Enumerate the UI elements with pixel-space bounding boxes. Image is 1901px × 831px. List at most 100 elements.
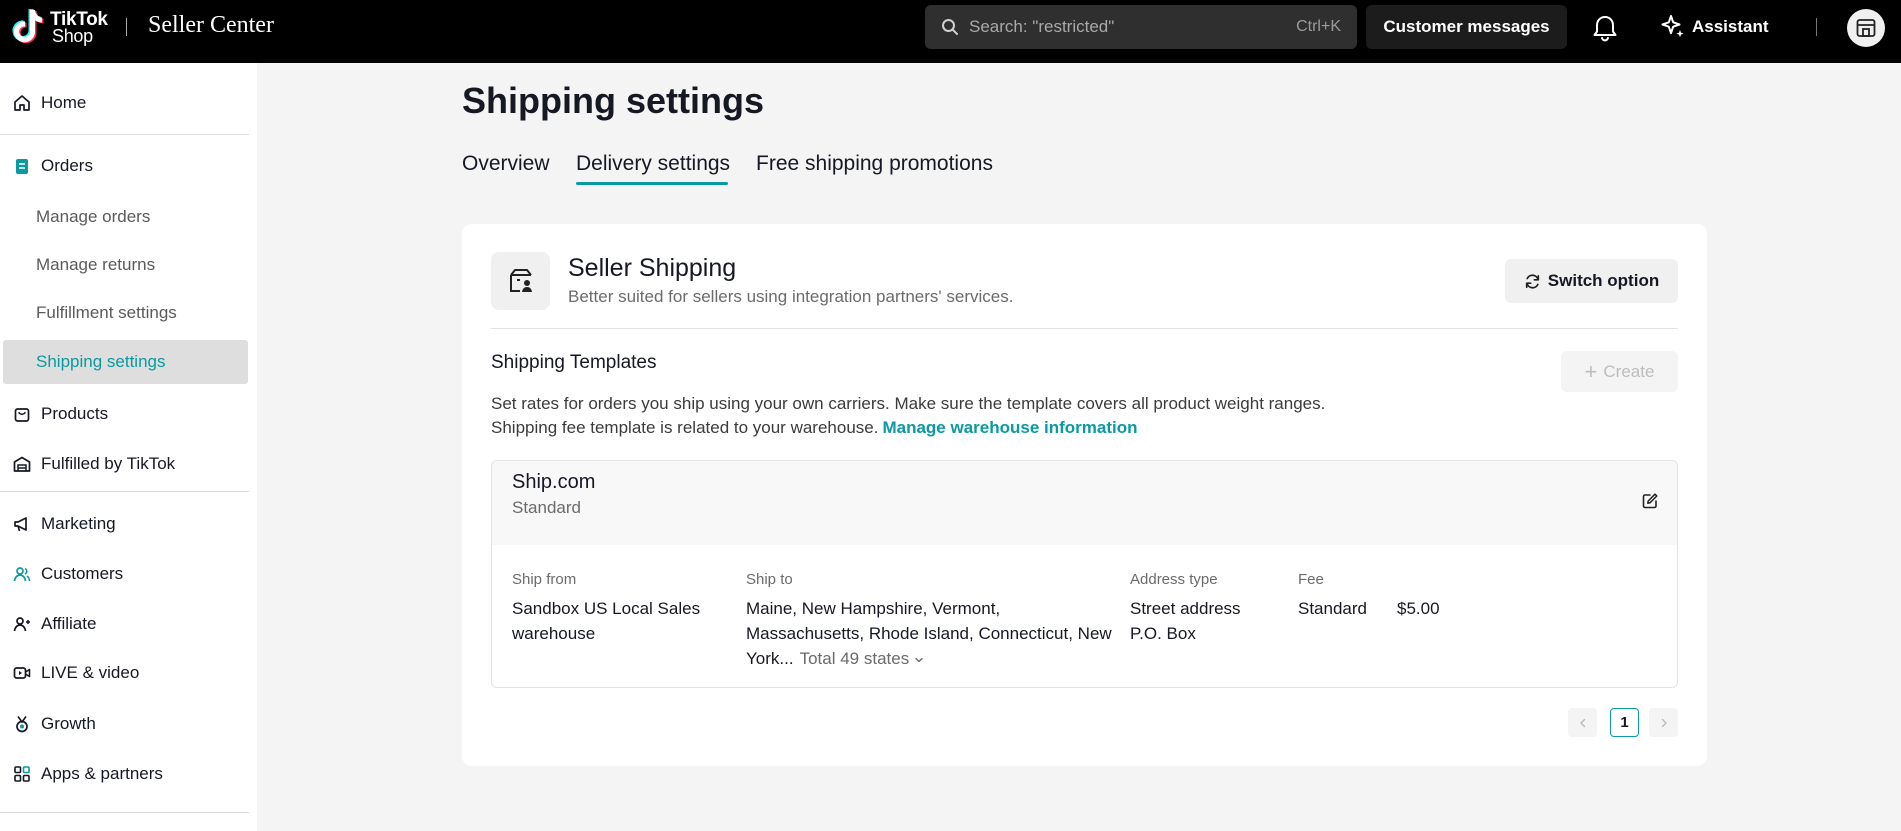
search-shortcut: Ctrl+K (1296, 18, 1341, 35)
app-title: Seller Center (148, 12, 274, 38)
total-states-text: Total 49 states (799, 649, 910, 668)
total-states-toggle[interactable]: Total 49 states (800, 649, 924, 668)
seller-shipping-description: Better suited for sellers using integrat… (568, 287, 1014, 306)
sidebar-subitem-shipping-settings[interactable]: Shipping settings (3, 340, 248, 384)
sidebar-item-label: Affiliate (41, 614, 97, 633)
ship-from-value: Sandbox US Local Sales warehouse (512, 599, 701, 643)
templates-warehouse-note: Shipping fee template is related to your… (491, 418, 1138, 438)
customer-messages-button[interactable]: Customer messages (1366, 5, 1567, 49)
create-label: Create (1603, 361, 1655, 381)
affiliate-icon (13, 617, 30, 632)
logo-shop-text: Shop (52, 26, 93, 46)
customers-icon (13, 567, 31, 582)
pagination-next-button[interactable] (1649, 708, 1678, 737)
address-type-value: Street address P.O. Box (1130, 596, 1270, 646)
logo-text: TikTok Shop (50, 10, 108, 46)
card-divider (491, 328, 1678, 329)
sidebar-item-growth[interactable]: Growth (0, 702, 249, 746)
delivery-settings-card: Seller Shipping Better suited for seller… (462, 224, 1707, 766)
sidebar-item-fulfilled-by-tiktok[interactable]: Fulfilled by TikTok (0, 442, 249, 486)
sidebar-item-label: Growth (41, 714, 96, 733)
sidebar-item-live-video[interactable]: LIVE & video (0, 651, 249, 695)
sparkle-icon (1661, 15, 1684, 38)
tiktok-logo-icon (12, 9, 44, 44)
store-icon (1856, 19, 1876, 37)
assistant-button[interactable]: Assistant (1660, 12, 1769, 42)
templates-description: Set rates for orders you ship using your… (491, 394, 1326, 413)
chevron-left-icon (1579, 718, 1585, 727)
tab-delivery-settings[interactable]: Delivery settings (576, 152, 730, 176)
sidebar-item-products[interactable]: Products (0, 392, 249, 436)
search-icon (942, 19, 958, 35)
seller-shipping-title: Seller Shipping (568, 254, 737, 282)
shipping-template-item: Ship.com Standard Ship from Ship to Addr… (491, 460, 1678, 688)
switch-option-label: Switch option (1547, 271, 1660, 290)
chevron-down-icon (915, 657, 923, 662)
shopping-bag-icon (14, 408, 30, 422)
store-avatar[interactable] (1847, 9, 1885, 47)
fee-label: Fee (1298, 571, 1324, 588)
plus-icon: + (1584, 358, 1598, 384)
sidebar-divider (0, 134, 249, 135)
seller-shipping-icon (509, 269, 532, 292)
sidebar-subitem-manage-orders[interactable]: Manage orders (36, 195, 150, 239)
sidebar-item-affiliate[interactable]: Affiliate (0, 602, 249, 646)
bell-icon[interactable] (1590, 13, 1620, 43)
tiktok-shop-logo[interactable]: TikTok Shop (10, 8, 108, 48)
sidebar-item-label: Products (41, 404, 109, 423)
fee-type-value: Standard (1298, 599, 1367, 618)
sidebar-item-label: Customers (41, 564, 124, 583)
sidebar-item-label: Apps & partners (41, 764, 163, 783)
active-tab-indicator (576, 182, 728, 185)
search-placeholder: Search: "restricted" (969, 17, 1115, 36)
search-input[interactable]: Search: "restricted" Ctrl+K (925, 5, 1357, 49)
seller-shipping-badge (491, 252, 550, 310)
home-icon (14, 95, 30, 111)
sidebar-item-customers[interactable]: Customers (0, 552, 249, 596)
page-title: Shipping settings (462, 80, 764, 121)
pagination-current-page[interactable]: 1 (1610, 708, 1639, 737)
sidebar-item-marketing[interactable]: Marketing (0, 502, 249, 546)
sidebar-item-label: Home (41, 93, 87, 112)
manage-warehouse-link[interactable]: Manage warehouse information (882, 418, 1137, 437)
sidebar-item-label: Marketing (41, 514, 116, 533)
apps-grid-icon (14, 766, 30, 782)
sidebar-item-label: LIVE & video (41, 663, 140, 682)
logo-divider (126, 18, 127, 36)
sidebar-item-orders[interactable]: Orders (0, 144, 249, 188)
address-type-po-box: P.O. Box (1130, 624, 1196, 643)
template-name: Ship.com (512, 471, 596, 493)
video-icon (13, 667, 31, 679)
switch-option-button[interactable]: Switch option (1505, 259, 1678, 303)
tab-free-shipping-promotions[interactable]: Free shipping promotions (756, 152, 993, 176)
sidebar-subitem-fulfillment-settings[interactable]: Fulfillment settings (36, 291, 177, 335)
refresh-icon (1525, 273, 1539, 289)
header-divider (1816, 18, 1817, 36)
sidebar-item-home[interactable]: Home (0, 81, 249, 125)
create-template-button[interactable]: + Create (1561, 351, 1678, 392)
sidebar: Home Orders Manage orders Manage returns… (0, 63, 257, 831)
top-bar: TikTok Shop Seller Center Search: "restr… (0, 0, 1901, 63)
address-type-street: Street address (1130, 599, 1241, 618)
megaphone-icon (14, 517, 27, 532)
shipping-templates-title: Shipping Templates (491, 352, 657, 373)
tab-overview[interactable]: Overview (462, 152, 550, 176)
chevron-right-icon (1661, 718, 1667, 727)
template-type: Standard (512, 498, 581, 517)
edit-icon[interactable] (1641, 492, 1659, 510)
sidebar-item-label: Fulfilled by TikTok (41, 454, 176, 473)
template-header: Ship.com Standard (492, 461, 1677, 545)
ship-to-value: Maine, New Hampshire, Vermont, Massachus… (746, 596, 1116, 671)
sidebar-item-label: Orders (41, 156, 93, 175)
warehouse-note-text: Shipping fee template is related to your… (491, 418, 879, 437)
sidebar-divider (0, 491, 249, 492)
address-type-label: Address type (1130, 571, 1218, 588)
ship-from-label: Ship from (512, 571, 577, 588)
ship-to-label: Ship to (746, 571, 793, 588)
sidebar-subitem-manage-returns[interactable]: Manage returns (36, 243, 155, 287)
sidebar-divider (0, 812, 249, 813)
fee-amount-value: $5.00 (1397, 599, 1440, 618)
medal-icon (16, 716, 28, 733)
sidebar-item-apps-partners[interactable]: Apps & partners (0, 752, 249, 796)
pagination-prev-button[interactable] (1568, 708, 1597, 737)
